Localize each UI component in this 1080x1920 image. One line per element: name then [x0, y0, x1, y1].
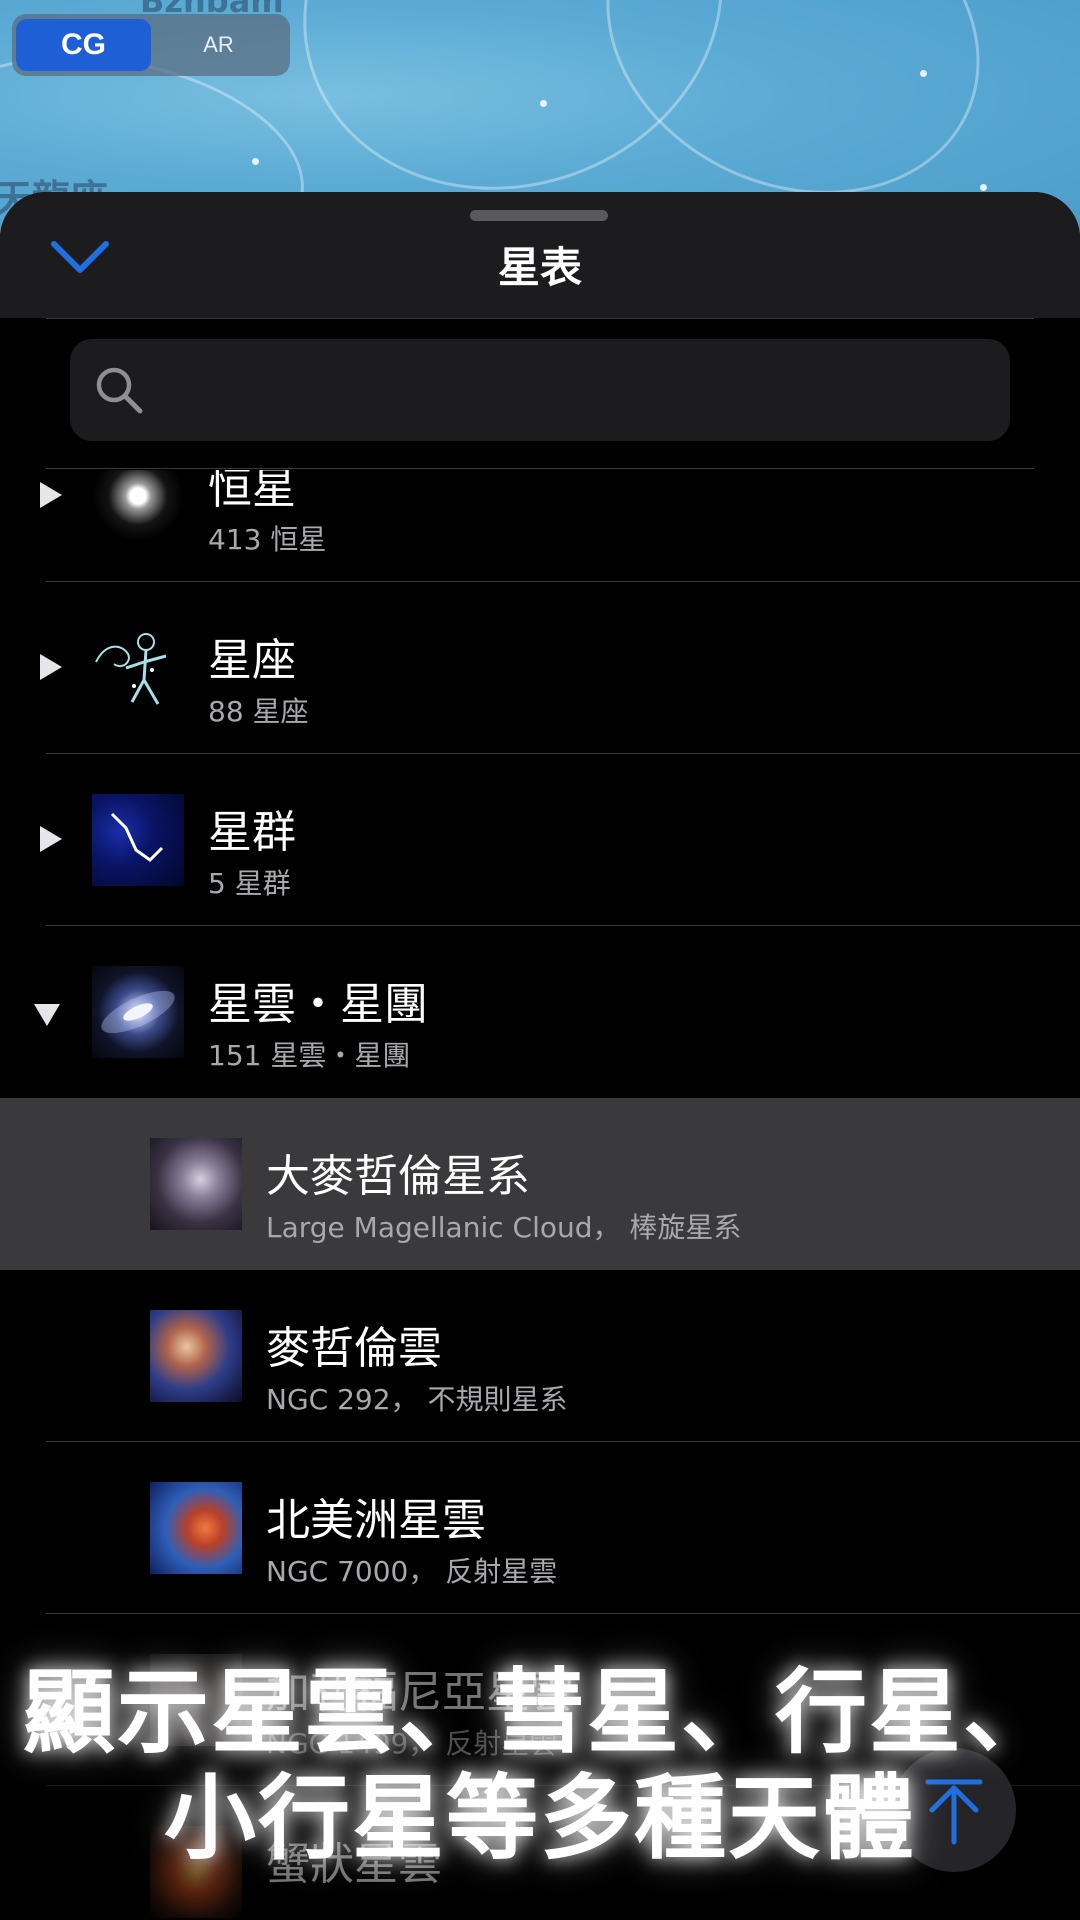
- disclosure-right-icon[interactable]: [40, 826, 62, 852]
- divider: [46, 468, 1034, 469]
- lmc-thumbnail-icon: [150, 1138, 242, 1230]
- item-subtitle: NGC 292， 不規則星系: [266, 1383, 568, 1416]
- sky-star: [980, 184, 987, 191]
- smc-thumbnail-icon: [150, 1310, 242, 1402]
- item-subtitle: Large Magellanic Cloud， 棒旋星系: [266, 1211, 742, 1244]
- star-thumbnail-icon: [92, 470, 184, 542]
- item-title: 麥哲倫雲: [266, 1323, 442, 1374]
- category-count: 88 星座: [208, 695, 309, 728]
- category-row-stars[interactable]: 恒星 413 恒星: [0, 470, 1080, 582]
- mode-ar-button[interactable]: AR: [151, 19, 286, 71]
- category-count: 151 星雲・星團: [208, 1039, 411, 1072]
- asterism-thumbnail-icon: [92, 794, 184, 886]
- list-item[interactable]: 北美洲星雲 NGC 7000， 反射星雲: [0, 1442, 1080, 1614]
- sheet-title: 星表: [497, 243, 582, 292]
- category-row-nebulae[interactable]: 星雲・星團 151 星雲・星團: [0, 926, 1080, 1098]
- list-item[interactable]: 麥哲倫雲 NGC 292， 不規則星系: [0, 1270, 1080, 1442]
- search-field[interactable]: [70, 339, 1010, 443]
- category-count: 413 恒星: [208, 523, 327, 556]
- galaxy-thumbnail-icon: [92, 966, 184, 1058]
- category-row-asterisms[interactable]: 星群 5 星群: [0, 754, 1080, 926]
- disclosure-right-icon[interactable]: [40, 482, 62, 508]
- sky-star: [540, 100, 547, 107]
- search-input[interactable]: [160, 339, 984, 443]
- item-title: 大麥哲倫星系: [266, 1151, 530, 1202]
- category-title: 星雲・星團: [208, 979, 428, 1030]
- category-row-constellations[interactable]: 星座 88 星座: [0, 582, 1080, 754]
- category-title: 恒星: [208, 470, 296, 514]
- promo-line-2: 小行星等多種天體: [163, 1765, 916, 1872]
- view-mode-toggle[interactable]: CG AR: [12, 14, 290, 76]
- category-title: 星座: [208, 635, 296, 686]
- promo-caption: 顯示星雲、彗星、行星、 小行星等多種天體: [0, 1660, 1080, 1872]
- sky-star: [252, 158, 259, 165]
- sheet-header: 星表: [0, 192, 1080, 318]
- item-title: 北美洲星雲: [266, 1495, 486, 1546]
- disclosure-down-icon[interactable]: [34, 1004, 60, 1026]
- search-icon: [92, 363, 148, 419]
- category-count: 5 星群: [208, 867, 291, 900]
- promo-line-1: 顯示星雲、彗星、行星、: [22, 1659, 1057, 1766]
- sheet-grabber[interactable]: [470, 210, 608, 221]
- disclosure-right-icon[interactable]: [40, 654, 62, 680]
- constellation-thumbnail-icon: [92, 622, 184, 714]
- category-title: 星群: [208, 807, 296, 858]
- search-bar: [0, 319, 1080, 469]
- north-america-nebula-thumbnail-icon: [150, 1482, 242, 1574]
- item-subtitle: NGC 7000， 反射星雲: [266, 1555, 558, 1588]
- list-item[interactable]: 大麥哲倫星系 Large Magellanic Cloud， 棒旋星系: [0, 1098, 1080, 1270]
- mode-cg-button[interactable]: CG: [16, 19, 151, 71]
- sky-star: [920, 70, 927, 77]
